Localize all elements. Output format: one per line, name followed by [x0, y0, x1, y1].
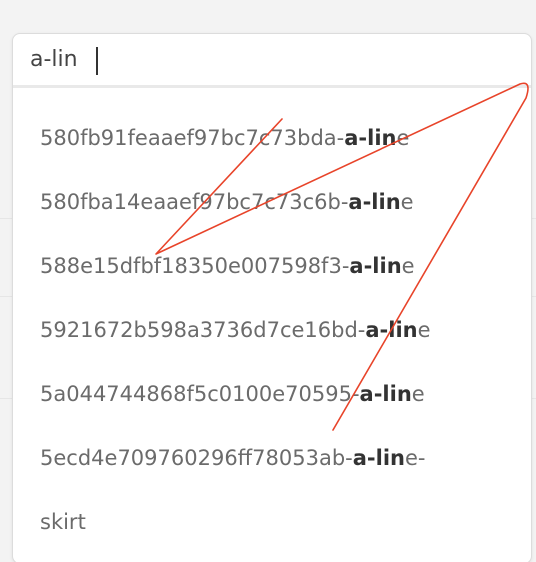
suggestion-separator: - [340, 190, 349, 214]
suggestion-separator: - [351, 382, 360, 406]
suggestion-match: a-lin [348, 190, 401, 214]
suggestion-match: a-lin [359, 382, 412, 406]
text-caret [96, 47, 98, 75]
suggestion-match: a-lin [344, 126, 397, 150]
page: 580fb91feaaef97bc7c73bda - a-line 580fba… [0, 0, 536, 562]
suggestion-item[interactable]: 5ecd4e709760296ff78053ab - a-lin e- [13, 426, 531, 490]
suggestion-list: 580fb91feaaef97bc7c73bda - a-lin e 580fba… [13, 88, 531, 554]
suggestion-id: 5921672b598a3736d7ce16bd [40, 318, 358, 342]
suggestion-rest: e [401, 254, 415, 278]
suggestion-rest: e [396, 126, 410, 150]
search-box[interactable] [13, 34, 531, 88]
suggestion-separator: - [345, 446, 353, 470]
suggestion-rest: e [400, 190, 414, 214]
suggestion-match: a-lin [352, 446, 405, 470]
suggestion-id: 580fba14eaaef97bc7c73c6b [40, 190, 341, 214]
suggestion-separator: - [357, 318, 366, 342]
suggestion-rest: e [411, 382, 425, 406]
suggestion-item-continuation[interactable]: skirt [13, 490, 531, 554]
suggestion-id: 580fb91feaaef97bc7c73bda [40, 126, 337, 150]
suggestion-wrap-text: skirt [40, 510, 86, 534]
suggestion-id: 588e15dfbf18350e007598f3 [40, 254, 342, 278]
suggestion-item[interactable]: 580fba14eaaef97bc7c73c6b - a-lin e [13, 170, 531, 234]
suggestion-item[interactable]: 5921672b598a3736d7ce16bd - a-lin e [13, 298, 531, 362]
suggestion-match: a-lin [365, 318, 418, 342]
suggestion-id: 5ecd4e709760296ff78053ab [40, 446, 346, 470]
autocomplete-dropdown: 580fb91feaaef97bc7c73bda - a-line 580fba… [12, 33, 532, 562]
suggestion-separator: - [336, 126, 345, 150]
suggestion-item[interactable]: 5a044744868f5c0100e70595 - a-lin e [13, 362, 531, 426]
suggestion-item[interactable]: 580fb91feaaef97bc7c73bda - a-lin e [13, 88, 531, 170]
suggestion-item[interactable]: 588e15dfbf18350e007598f3 - a-lin e [13, 234, 531, 298]
suggestion-id: 5a044744868f5c0100e70595 [40, 382, 352, 406]
suggestion-rest: e- [404, 446, 426, 470]
suggestion-rest: e [417, 318, 431, 342]
suggestion-separator: - [341, 254, 350, 278]
search-input[interactable] [30, 44, 450, 75]
suggestion-match: a-lin [349, 254, 402, 278]
